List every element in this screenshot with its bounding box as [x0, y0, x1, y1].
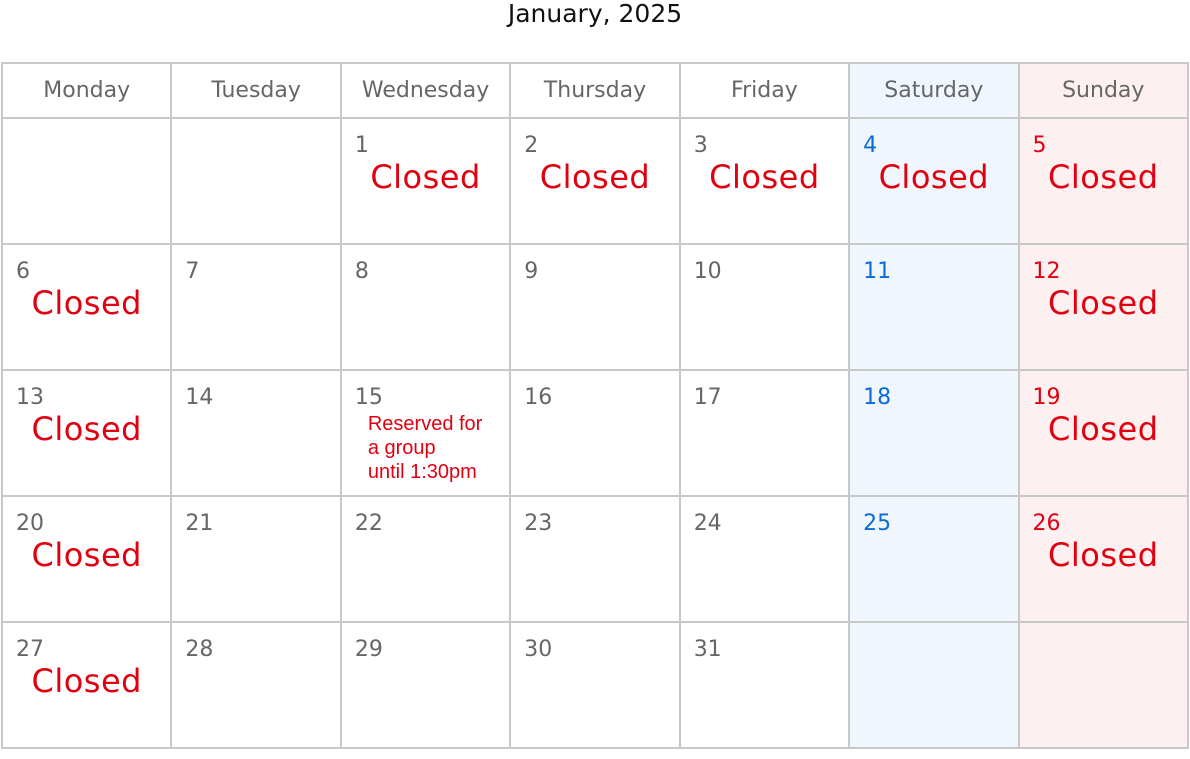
day-number: 25	[863, 511, 892, 536]
day-cell[interactable]: 25	[848, 495, 1020, 623]
reservation-note: Reserved for a group until 1:30pm	[368, 412, 483, 484]
day-cell[interactable]: 21	[170, 495, 342, 623]
week-row: 6 Closed 7 8 9 10 11 12 Closed	[0, 243, 1190, 371]
weekday-header-saturday: Saturday	[848, 62, 1020, 119]
day-cell[interactable]: 3 Closed	[678, 117, 851, 245]
closed-label: Closed	[31, 536, 142, 574]
day-number: 13	[16, 385, 44, 410]
day-cell[interactable]: 24	[678, 495, 851, 623]
weekday-header-tuesday: Tuesday	[170, 62, 342, 119]
day-cell[interactable]: 14	[170, 369, 342, 497]
day-cell[interactable]: 30	[509, 621, 681, 749]
day-cell[interactable]: 5 Closed	[1017, 117, 1190, 245]
day-number: 31	[693, 637, 722, 662]
day-number: 2	[524, 133, 539, 158]
closed-label: Closed	[31, 662, 142, 700]
weekday-header-row: Monday Tuesday Wednesday Thursday Friday…	[0, 62, 1190, 119]
day-number: 4	[863, 133, 878, 158]
day-cell[interactable]: 20 Closed	[0, 495, 173, 623]
day-number: 19	[1032, 385, 1061, 410]
day-cell[interactable]: 12 Closed	[1017, 243, 1190, 371]
day-number: 23	[524, 511, 553, 536]
day-number: 14	[185, 385, 214, 410]
day-cell[interactable]: 22	[339, 495, 512, 623]
weekday-header-sunday: Sunday	[1017, 62, 1190, 119]
weekday-header-wednesday: Wednesday	[339, 62, 512, 119]
week-row: 27 Closed 28 29 30 31	[0, 621, 1190, 749]
day-cell[interactable]: 11	[848, 243, 1020, 371]
day-cell[interactable]: 2 Closed	[509, 117, 681, 245]
day-number: 17	[693, 385, 722, 410]
day-cell[interactable]: 29	[339, 621, 512, 749]
day-cell[interactable]: 28	[170, 621, 342, 749]
week-row: 1 Closed 2 Closed 3 Closed 4 Closed 5 Closed	[0, 117, 1190, 245]
day-number: 18	[863, 385, 892, 410]
reservation-note-line: until 1:30pm	[367, 461, 477, 483]
closed-label: Closed	[539, 158, 651, 196]
weekday-header-friday: Friday	[678, 62, 851, 119]
empty-day-cell	[0, 117, 173, 245]
day-cell[interactable]: 10	[678, 243, 851, 371]
day-number: 7	[185, 259, 200, 284]
day-number: 3	[693, 133, 708, 158]
calendar-grid: Monday Tuesday Wednesday Thursday Friday…	[0, 62, 1190, 749]
day-number: 11	[863, 259, 892, 284]
day-number: 5	[1032, 133, 1047, 158]
empty-day-cell	[848, 621, 1020, 749]
closed-label: Closed	[1048, 158, 1159, 196]
day-number: 9	[524, 259, 539, 284]
day-number: 29	[354, 637, 383, 662]
day-cell[interactable]: 13 Closed	[0, 369, 173, 497]
closed-label: Closed	[31, 410, 142, 448]
day-cell[interactable]: 9	[509, 243, 681, 371]
closed-label: Closed	[31, 284, 142, 322]
empty-day-cell	[170, 117, 342, 245]
day-cell[interactable]: 7	[170, 243, 342, 371]
day-cell[interactable]: 1 Closed	[339, 117, 512, 245]
day-cell[interactable]: 26 Closed	[1017, 495, 1190, 623]
calendar-title: January, 2025	[507, 0, 683, 28]
day-cell[interactable]: 16	[509, 369, 681, 497]
day-number: 27	[16, 637, 44, 662]
week-row: 20 Closed 21 22 23 24 25 26 Closed	[0, 495, 1190, 623]
day-number: 15	[354, 385, 383, 410]
day-number: 16	[524, 385, 553, 410]
day-cell[interactable]: 6 Closed	[0, 243, 173, 371]
day-cell[interactable]: 18	[848, 369, 1020, 497]
day-cell[interactable]: 23	[509, 495, 681, 623]
weekday-header-thursday: Thursday	[509, 62, 681, 119]
day-cell[interactable]: 19 Closed	[1017, 369, 1190, 497]
closed-label: Closed	[878, 158, 990, 196]
day-cell[interactable]: 15 Reserved for a group until 1:30pm	[339, 369, 512, 497]
reservation-note-line: a group	[367, 437, 436, 459]
day-number: 22	[354, 511, 383, 536]
empty-day-cell	[1017, 621, 1190, 749]
day-number: 6	[16, 259, 30, 284]
day-number: 30	[524, 637, 553, 662]
day-cell[interactable]: 31	[678, 621, 851, 749]
day-number: 21	[185, 511, 214, 536]
day-number: 26	[1032, 511, 1061, 536]
day-number: 20	[16, 511, 44, 536]
week-row: 13 Closed 14 15 Reserved for a group until 1:3…	[0, 369, 1190, 497]
day-number: 1	[354, 133, 369, 158]
day-cell[interactable]: 8	[339, 243, 512, 371]
day-number: 12	[1032, 259, 1061, 284]
day-cell[interactable]: 4 Closed	[848, 117, 1020, 245]
day-number: 24	[693, 511, 722, 536]
day-cell[interactable]: 17	[678, 369, 851, 497]
closed-label: Closed	[1048, 536, 1159, 574]
day-number: 8	[354, 259, 369, 284]
reservation-note-line: Reserved for	[367, 413, 483, 435]
closed-label: Closed	[1048, 410, 1159, 448]
closed-label: Closed	[709, 158, 820, 196]
closed-label: Closed	[1048, 284, 1159, 322]
day-number: 28	[185, 637, 214, 662]
closed-label: Closed	[370, 158, 481, 196]
weekday-header-monday: Monday	[0, 62, 173, 119]
day-number: 10	[693, 259, 722, 284]
day-cell[interactable]: 27 Closed	[0, 621, 173, 749]
